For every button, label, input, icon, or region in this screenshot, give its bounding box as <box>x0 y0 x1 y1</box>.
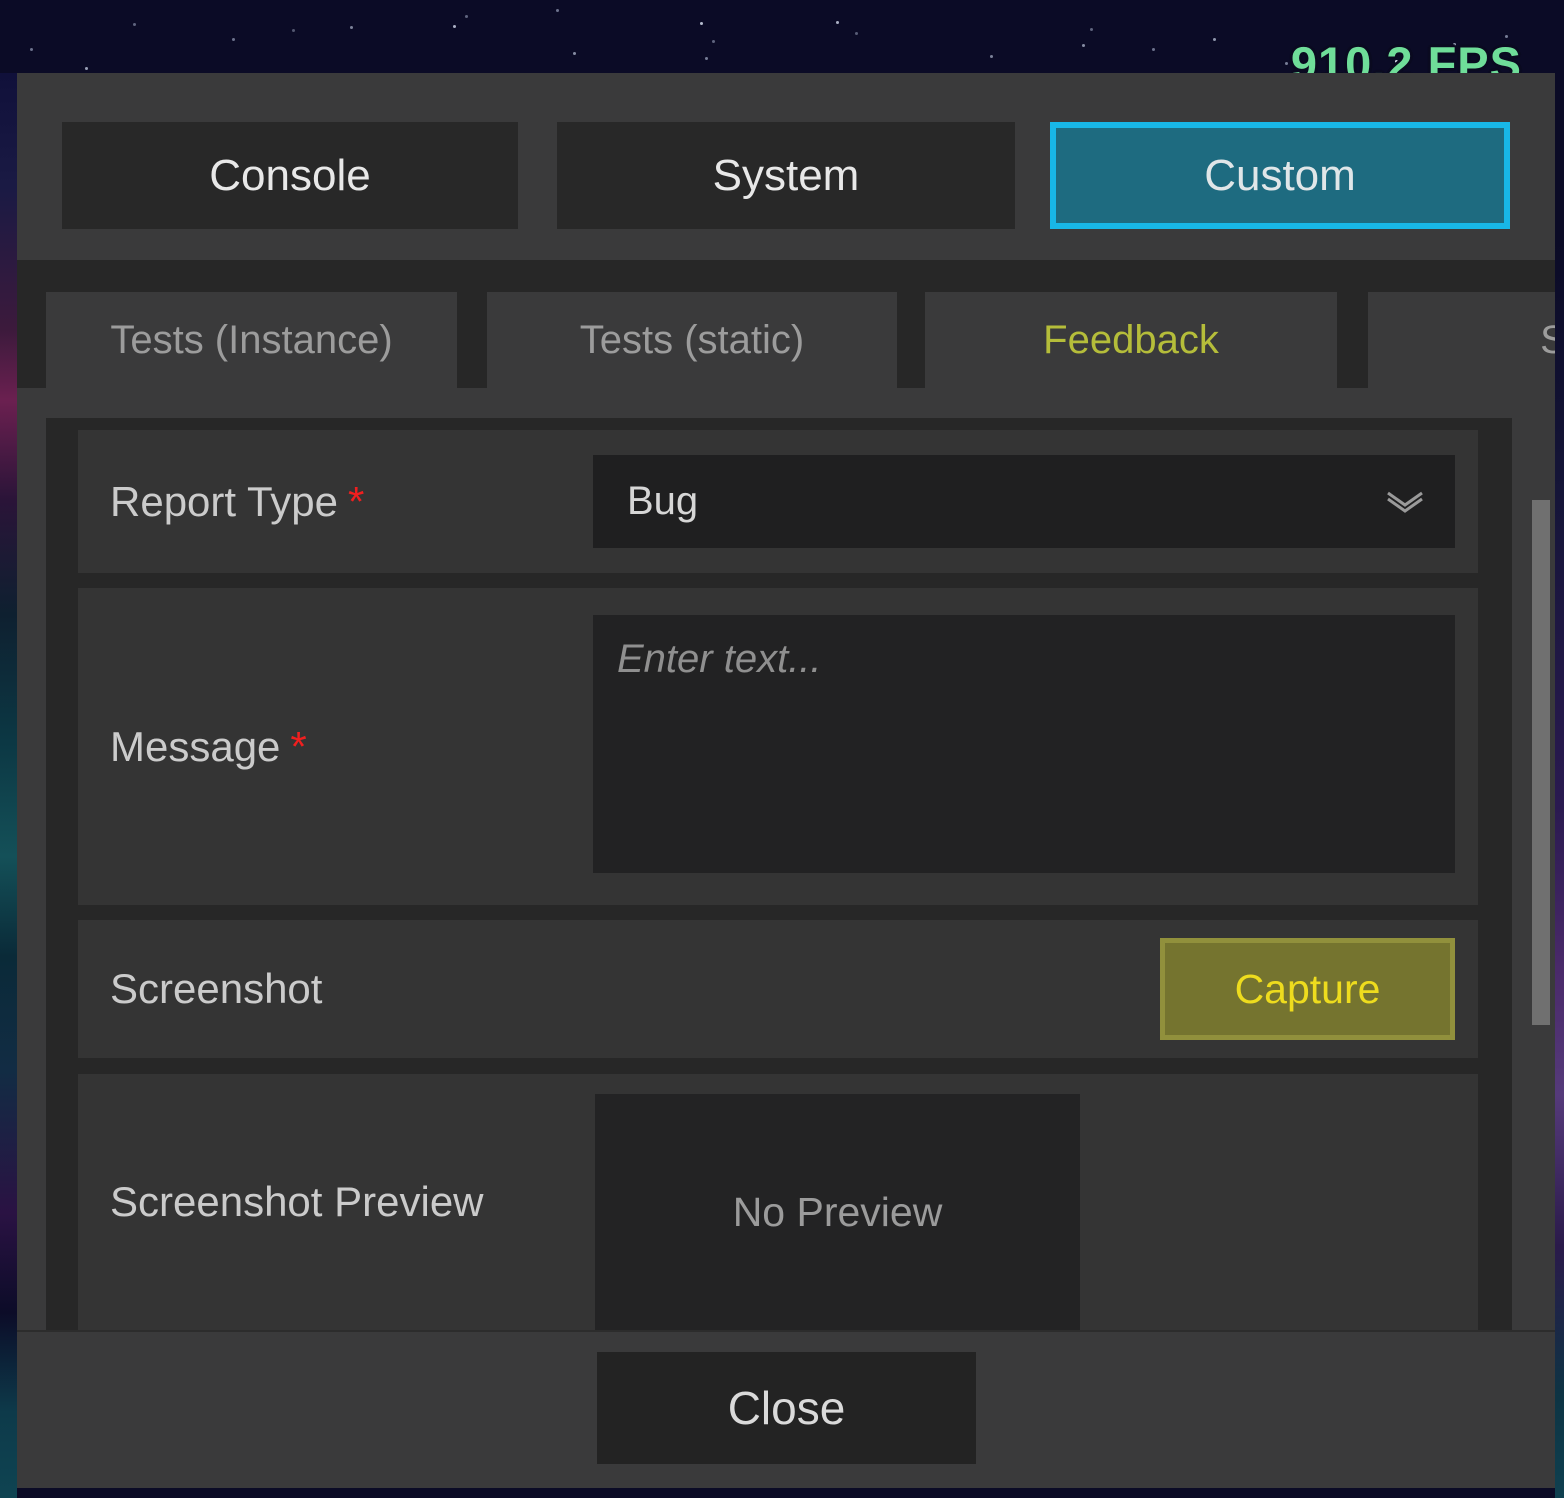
game-art-right-strip <box>1555 240 1564 1498</box>
screenshot-preview-box: No Preview <box>595 1094 1080 1330</box>
tab-custom-selected[interactable]: Custom <box>1050 122 1510 229</box>
screenshot-preview-label: Screenshot Preview <box>110 1175 540 1229</box>
scrollbar-thumb[interactable] <box>1532 500 1550 1025</box>
capture-button[interactable]: Capture <box>1160 938 1455 1040</box>
chevron-down-icon <box>1383 488 1427 516</box>
subtab-system-label: Sys <box>1540 318 1555 363</box>
subtab-tests-instance-label: Tests (Instance) <box>110 318 392 363</box>
subtab-tests-static-label: Tests (static) <box>580 318 804 363</box>
no-preview-text: No Preview <box>733 1189 943 1236</box>
subtab-tests-instance[interactable]: Tests (Instance) <box>46 292 457 388</box>
tab-console[interactable]: Console <box>62 122 518 229</box>
subtab-tests-static[interactable]: Tests (static) <box>487 292 897 388</box>
subtab-system-clipped[interactable]: Sys <box>1368 292 1555 388</box>
report-type-value: Bug <box>627 479 698 524</box>
debug-console-dialog: Console System Custom Tests (Instance) T… <box>17 73 1555 1488</box>
report-type-label: Report Type* <box>110 475 364 529</box>
required-asterisk: * <box>348 478 364 525</box>
tab-custom-label: Custom <box>1204 151 1356 201</box>
game-art-bottom-strip <box>0 1488 1564 1498</box>
game-art-left-strip <box>0 73 17 1498</box>
message-input[interactable] <box>593 615 1455 873</box>
close-button-label: Close <box>728 1381 846 1435</box>
subtab-feedback-selected[interactable]: Feedback <box>925 292 1337 388</box>
tab-system[interactable]: System <box>557 122 1015 229</box>
message-label: Message* <box>110 720 307 774</box>
screenshot-label: Screenshot <box>110 962 322 1016</box>
required-asterisk: * <box>290 723 306 770</box>
tab-console-label: Console <box>209 151 370 201</box>
tab-system-label: System <box>713 151 860 201</box>
close-button[interactable]: Close <box>597 1352 976 1464</box>
starfield-decoration <box>0 0 3 3</box>
subtab-feedback-label: Feedback <box>1043 318 1219 363</box>
report-type-dropdown[interactable]: Bug <box>593 455 1455 548</box>
capture-button-label: Capture <box>1235 966 1381 1013</box>
